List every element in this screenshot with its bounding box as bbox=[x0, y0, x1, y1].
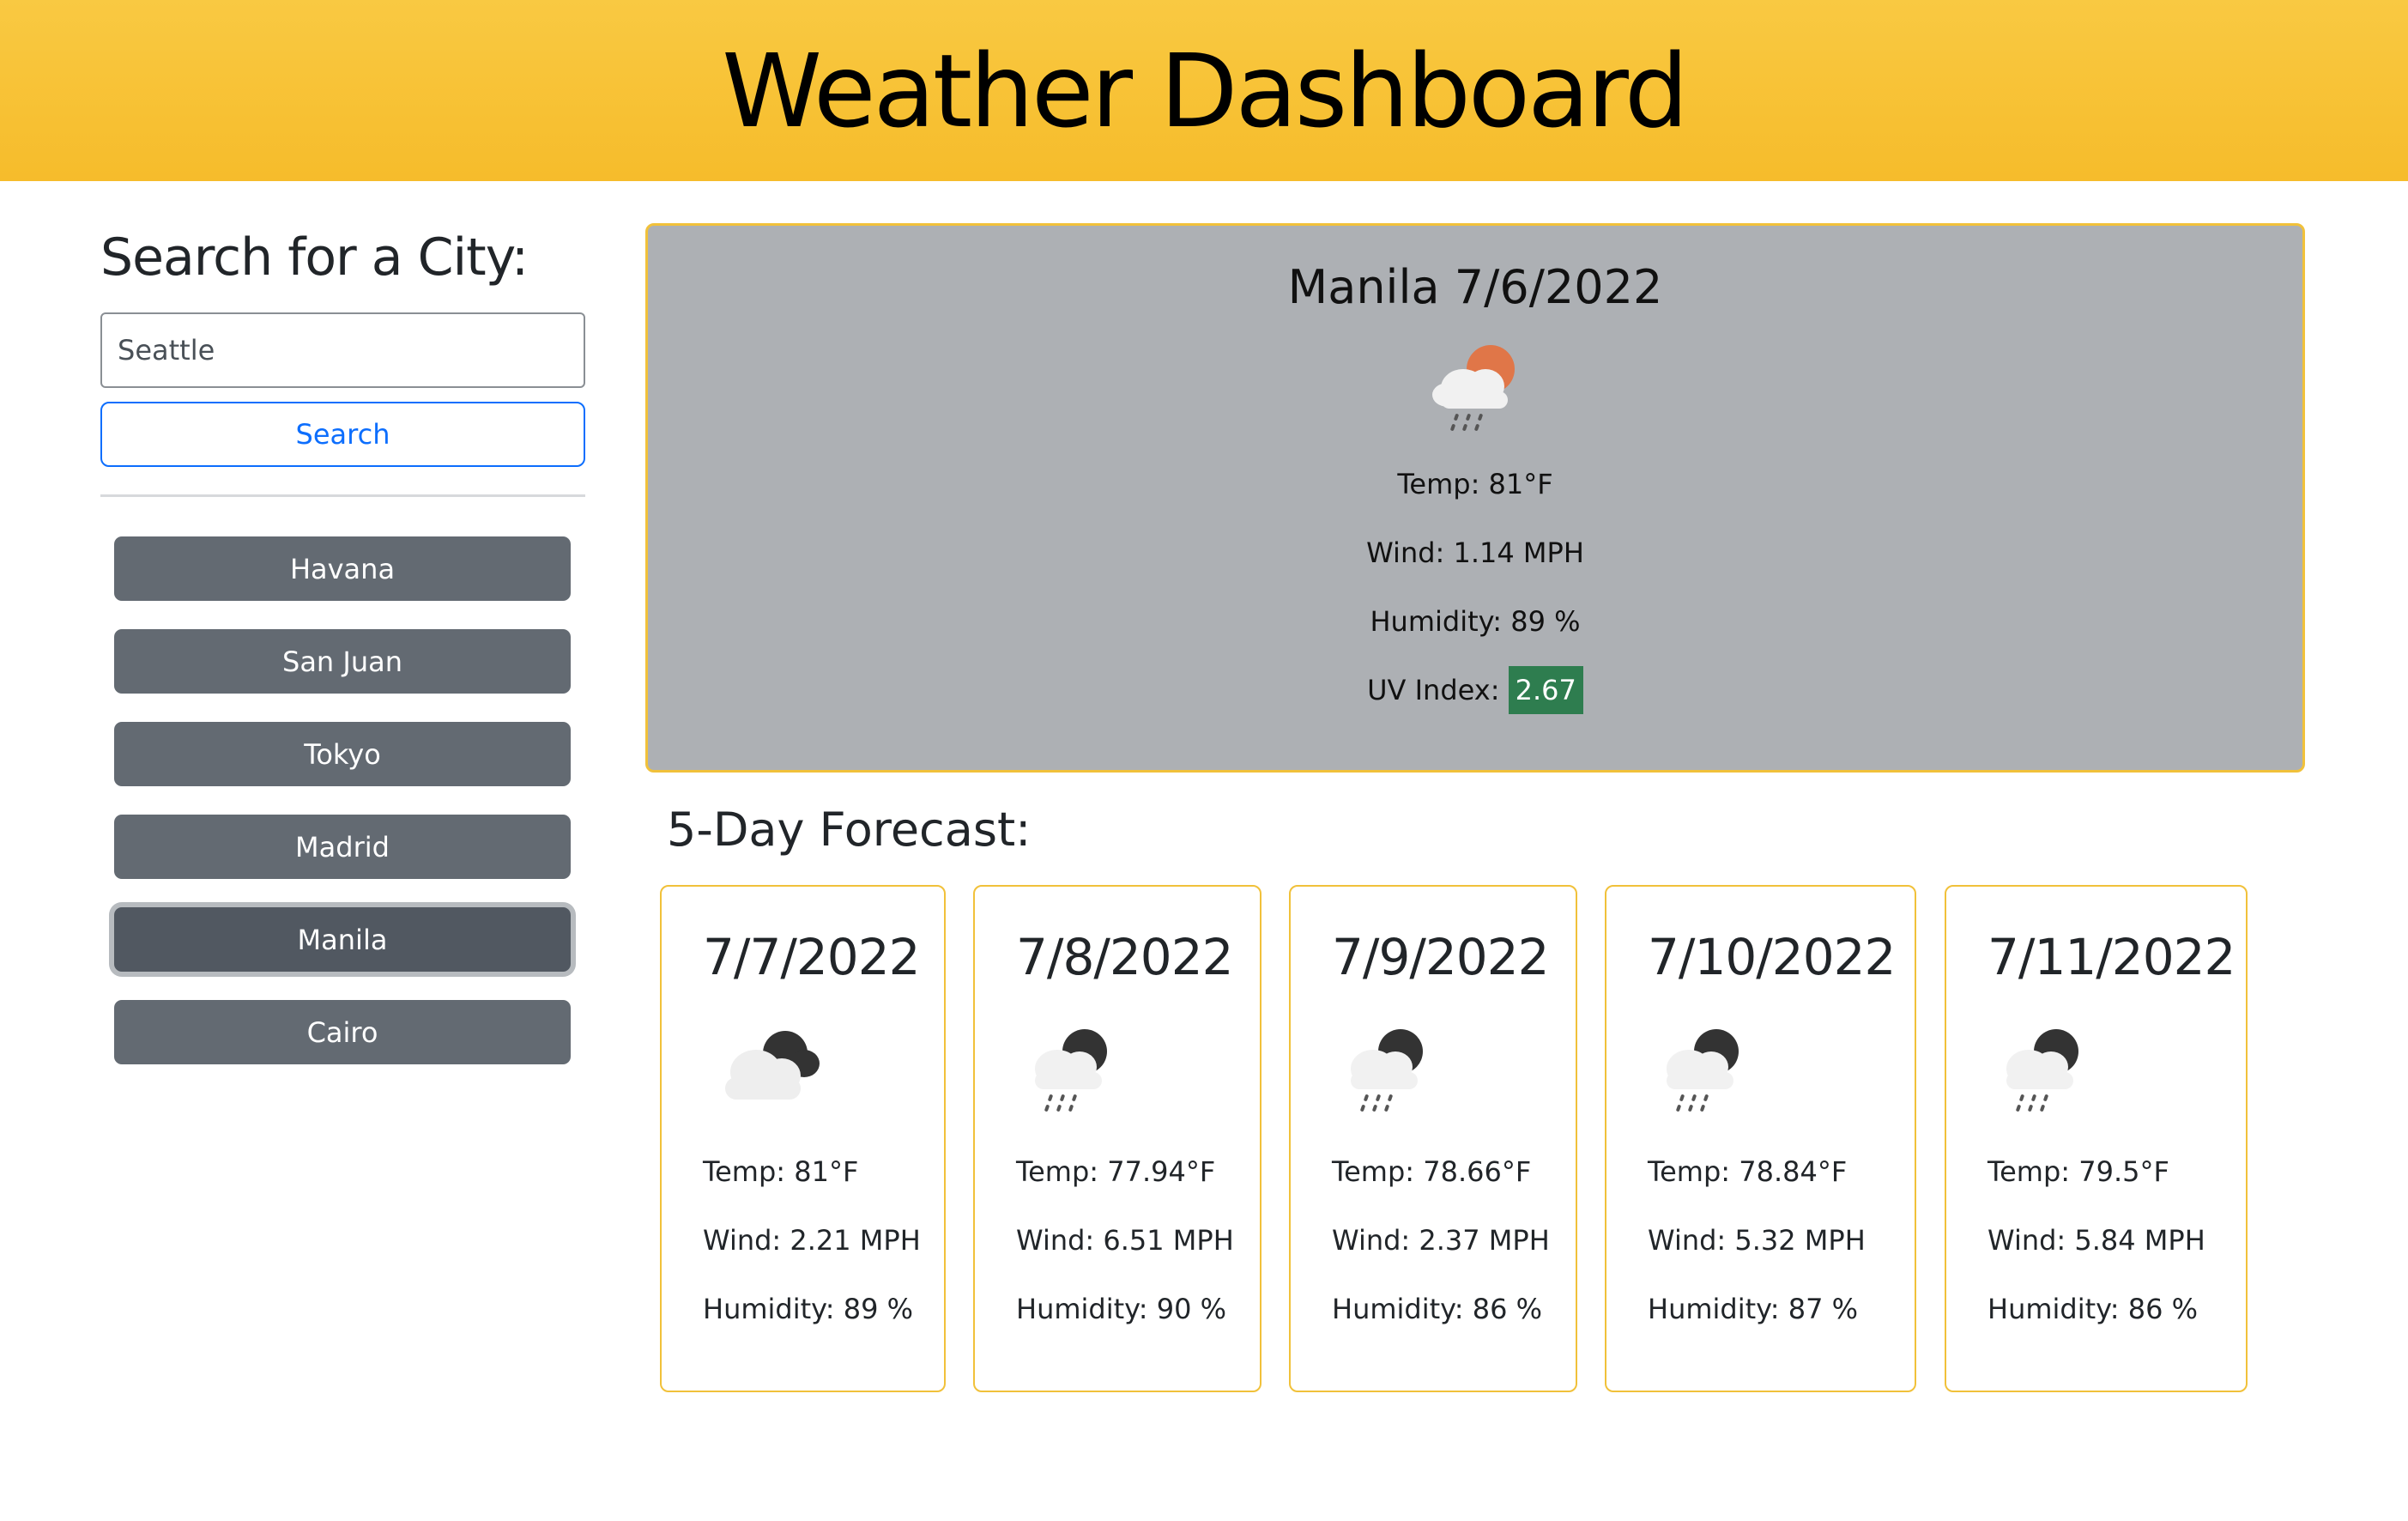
forecast-humidity: Humidity: 89 % bbox=[703, 1293, 914, 1325]
forecast-date: 7/7/2022 bbox=[703, 928, 921, 986]
divider bbox=[100, 494, 585, 497]
forecast-wind: Wind: 6.51 MPH bbox=[1016, 1224, 1234, 1257]
rain-night-icon bbox=[1988, 1019, 2246, 1122]
city-button-havana[interactable]: Havana bbox=[114, 536, 571, 601]
city-button-manila[interactable]: Manila bbox=[114, 907, 571, 972]
rain-night-icon bbox=[1648, 1019, 1915, 1122]
forecast-temp: Temp: 78.66°F bbox=[1332, 1155, 1532, 1188]
current-city-date: Manila 7/6/2022 bbox=[1287, 260, 1663, 314]
forecast-temp: Temp: 81°F bbox=[703, 1155, 859, 1188]
forecast-date: 7/8/2022 bbox=[1016, 928, 1234, 986]
city-button-tokyo[interactable]: Tokyo bbox=[114, 722, 571, 786]
forecast-heading: 5-Day Forecast: bbox=[667, 803, 1032, 857]
search-heading: Search for a City: bbox=[100, 227, 529, 288]
forecast-card: 7/7/2022 Temp: 81°F Wind: 2.21 MPH Humid… bbox=[660, 885, 946, 1392]
forecast-date: 7/9/2022 bbox=[1332, 928, 1550, 986]
rain-sun-icon bbox=[648, 338, 2302, 441]
forecast-date: 7/10/2022 bbox=[1648, 928, 1896, 986]
forecast-wind: Wind: 5.32 MPH bbox=[1648, 1224, 1866, 1257]
current-weather-card: Manila 7/6/2022 Temp: 81°F Wind: 1.14 MP… bbox=[645, 223, 2305, 773]
current-uv: UV Index: 2.67 bbox=[648, 656, 2302, 724]
rain-night-icon bbox=[1332, 1019, 1576, 1122]
forecast-date: 7/11/2022 bbox=[1988, 928, 2236, 986]
uv-index-badge: 2.67 bbox=[1508, 666, 1583, 714]
current-wind: Wind: 1.14 MPH bbox=[1366, 536, 1584, 569]
city-search-input[interactable] bbox=[100, 312, 585, 388]
forecast-humidity: Humidity: 86 % bbox=[1332, 1293, 1543, 1325]
app-header: Weather Dashboard bbox=[0, 0, 2408, 181]
forecast-wind: Wind: 2.21 MPH bbox=[703, 1224, 921, 1257]
forecast-humidity: Humidity: 87 % bbox=[1648, 1293, 1859, 1325]
current-temp: Temp: 81°F bbox=[1397, 468, 1553, 500]
city-button-madrid[interactable]: Madrid bbox=[114, 815, 571, 879]
forecast-card: 7/9/2022 Temp: 78.66°F Wind: 2.37 MPH Hu… bbox=[1289, 885, 1577, 1392]
rain-night-icon bbox=[1016, 1019, 1260, 1122]
cloudy-night-icon bbox=[703, 1019, 944, 1122]
forecast-humidity: Humidity: 86 % bbox=[1988, 1293, 2199, 1325]
sidebar: Search for a City: Search Havana San Jua… bbox=[100, 223, 585, 1093]
forecast-card: 7/11/2022 Temp: 79.5°F Wind: 5.84 MPH Hu… bbox=[1945, 885, 2248, 1392]
forecast-temp: Temp: 79.5°F bbox=[1988, 1155, 2169, 1188]
forecast-temp: Temp: 78.84°F bbox=[1648, 1155, 1848, 1188]
forecast-temp: Temp: 77.94°F bbox=[1016, 1155, 1216, 1188]
city-button-san-juan[interactable]: San Juan bbox=[114, 629, 571, 694]
search-history-list: Havana San Juan Tokyo Madrid Manila Cair… bbox=[114, 536, 585, 1064]
city-button-cairo[interactable]: Cairo bbox=[114, 1000, 571, 1064]
forecast-wind: Wind: 2.37 MPH bbox=[1332, 1224, 1550, 1257]
page-title: Weather Dashboard bbox=[722, 31, 1689, 150]
uv-label: UV Index: bbox=[1367, 674, 1500, 706]
forecast-card: 7/8/2022 Temp: 77.94°F Wind: 6.51 MPH Hu… bbox=[973, 885, 1261, 1392]
search-button[interactable]: Search bbox=[100, 402, 585, 467]
current-humidity: Humidity: 89 % bbox=[1370, 605, 1581, 638]
forecast-card: 7/10/2022 Temp: 78.84°F Wind: 5.32 MPH H… bbox=[1605, 885, 1916, 1392]
forecast-wind: Wind: 5.84 MPH bbox=[1988, 1224, 2205, 1257]
forecast-humidity: Humidity: 90 % bbox=[1016, 1293, 1227, 1325]
